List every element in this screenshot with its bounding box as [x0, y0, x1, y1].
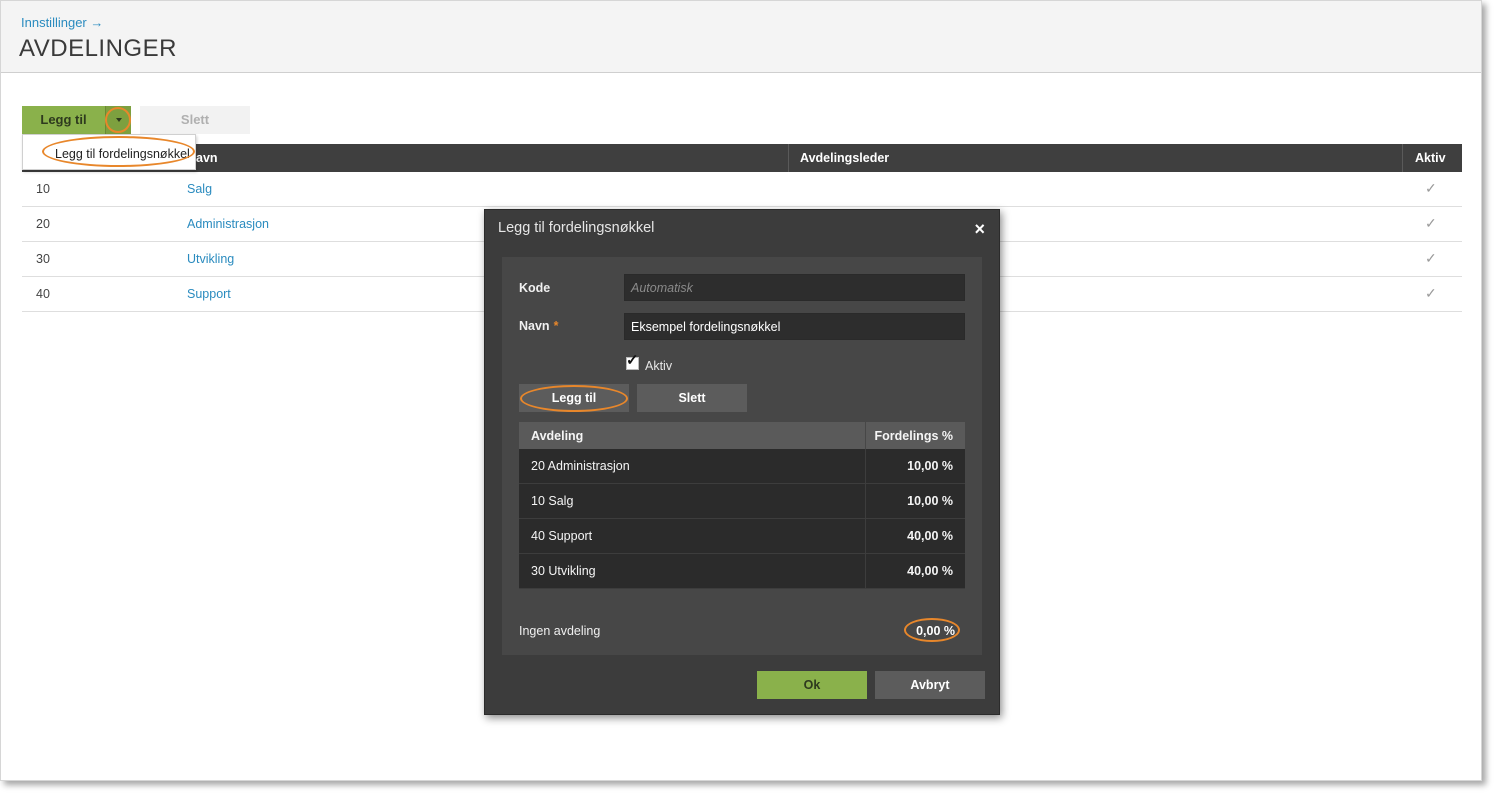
no-department-value: 0,00 % [916, 624, 955, 638]
cell-name-link[interactable]: Administrasjon [187, 217, 269, 231]
table-row[interactable]: 10 Salg 10,00 % [519, 484, 965, 519]
distribution-key-dialog: Legg til fordelingsnøkkel × Kode Automat… [484, 209, 1000, 715]
column-divider [1402, 144, 1403, 172]
cell-name-link[interactable]: Salg [187, 182, 212, 196]
check-icon: ✓ [1425, 215, 1437, 231]
column-divider [865, 519, 866, 554]
checkmark-icon: ✓ [626, 352, 639, 369]
cell-code: 10 [36, 182, 50, 196]
add-button[interactable]: Legg til [22, 106, 105, 134]
column-divider [788, 144, 789, 172]
cell-percent[interactable]: 10,00 % [907, 459, 953, 473]
cell-percent[interactable]: 10,00 % [907, 494, 953, 508]
cell-percent[interactable]: 40,00 % [907, 564, 953, 578]
table-row[interactable]: 20 Administrasjon 10,00 % [519, 449, 965, 484]
app-window: Innstillinger → AVDELINGER Legg til Slet… [0, 0, 1482, 781]
column-header-percent[interactable]: Fordelings % [875, 429, 953, 443]
cell-department: 20 Administrasjon [531, 459, 630, 473]
dialog-body: Kode Automatisk Navn * Eksempel fordeling… [502, 257, 982, 655]
breadcrumb[interactable]: Innstillinger → [21, 15, 103, 30]
cell-department: 40 Support [531, 529, 593, 543]
distribution-table-header: Avdeling Fordelings % [519, 422, 965, 449]
dialog-delete-button[interactable]: Slett [637, 384, 747, 412]
check-icon: ✓ [1425, 285, 1437, 301]
column-header-department[interactable]: Avdeling [531, 429, 583, 443]
column-header-manager[interactable]: Avdelingsleder [800, 144, 889, 172]
code-input[interactable]: Automatisk [624, 274, 965, 301]
cancel-button[interactable]: Avbryt [875, 671, 985, 699]
column-divider [865, 484, 866, 519]
column-header-active[interactable]: Aktiv [1415, 144, 1446, 172]
code-label: Kode [519, 281, 551, 295]
name-label-text: Navn [519, 319, 550, 333]
check-icon: ✓ [1425, 180, 1437, 196]
cell-name-link[interactable]: Utvikling [187, 252, 234, 266]
required-marker: * [553, 319, 559, 333]
cell-department: 30 Utvikling [531, 564, 596, 578]
menu-item-add-distribution-key[interactable]: Legg til fordelingsnøkkel [55, 147, 190, 161]
cell-code: 30 [36, 252, 50, 266]
grid-header: Navn Avdelingsleder Aktiv [22, 144, 1462, 172]
chevron-down-icon [116, 118, 122, 122]
column-divider [865, 449, 866, 484]
dialog-add-button[interactable]: Legg til [519, 384, 629, 412]
add-dropdown-toggle[interactable] [105, 106, 131, 134]
column-divider [865, 422, 866, 449]
distribution-table: Avdeling Fordelings % 20 Administrasjon … [519, 422, 965, 589]
dialog-title: Legg til fordelingsnøkkel [498, 220, 655, 236]
cell-department: 10 Salg [531, 494, 574, 508]
name-label: Navn * [519, 319, 558, 333]
ok-button[interactable]: Ok [757, 671, 867, 699]
cell-code: 20 [36, 217, 50, 231]
close-icon[interactable]: × [974, 219, 985, 240]
table-row[interactable]: 40 Support 40,00 % [519, 519, 965, 554]
table-row[interactable]: 10 Salg ✓ [22, 172, 1462, 207]
check-icon: ✓ [1425, 250, 1437, 266]
name-input[interactable]: Eksempel fordelingsnøkkel [624, 313, 965, 340]
no-department-label: Ingen avdeling [519, 624, 601, 638]
column-divider [865, 554, 866, 589]
page-title: AVDELINGER [19, 35, 177, 62]
cell-percent[interactable]: 40,00 % [907, 529, 953, 543]
add-dropdown-menu: Legg til fordelingsnøkkel [22, 134, 196, 170]
table-row[interactable]: 30 Utvikling 40,00 % [519, 554, 965, 589]
cell-code: 40 [36, 287, 50, 301]
active-label: Aktiv [645, 359, 673, 373]
page-header: Innstillinger → AVDELINGER [1, 1, 1481, 73]
delete-button[interactable]: Slett [140, 106, 250, 134]
cell-name-link[interactable]: Support [187, 287, 231, 301]
